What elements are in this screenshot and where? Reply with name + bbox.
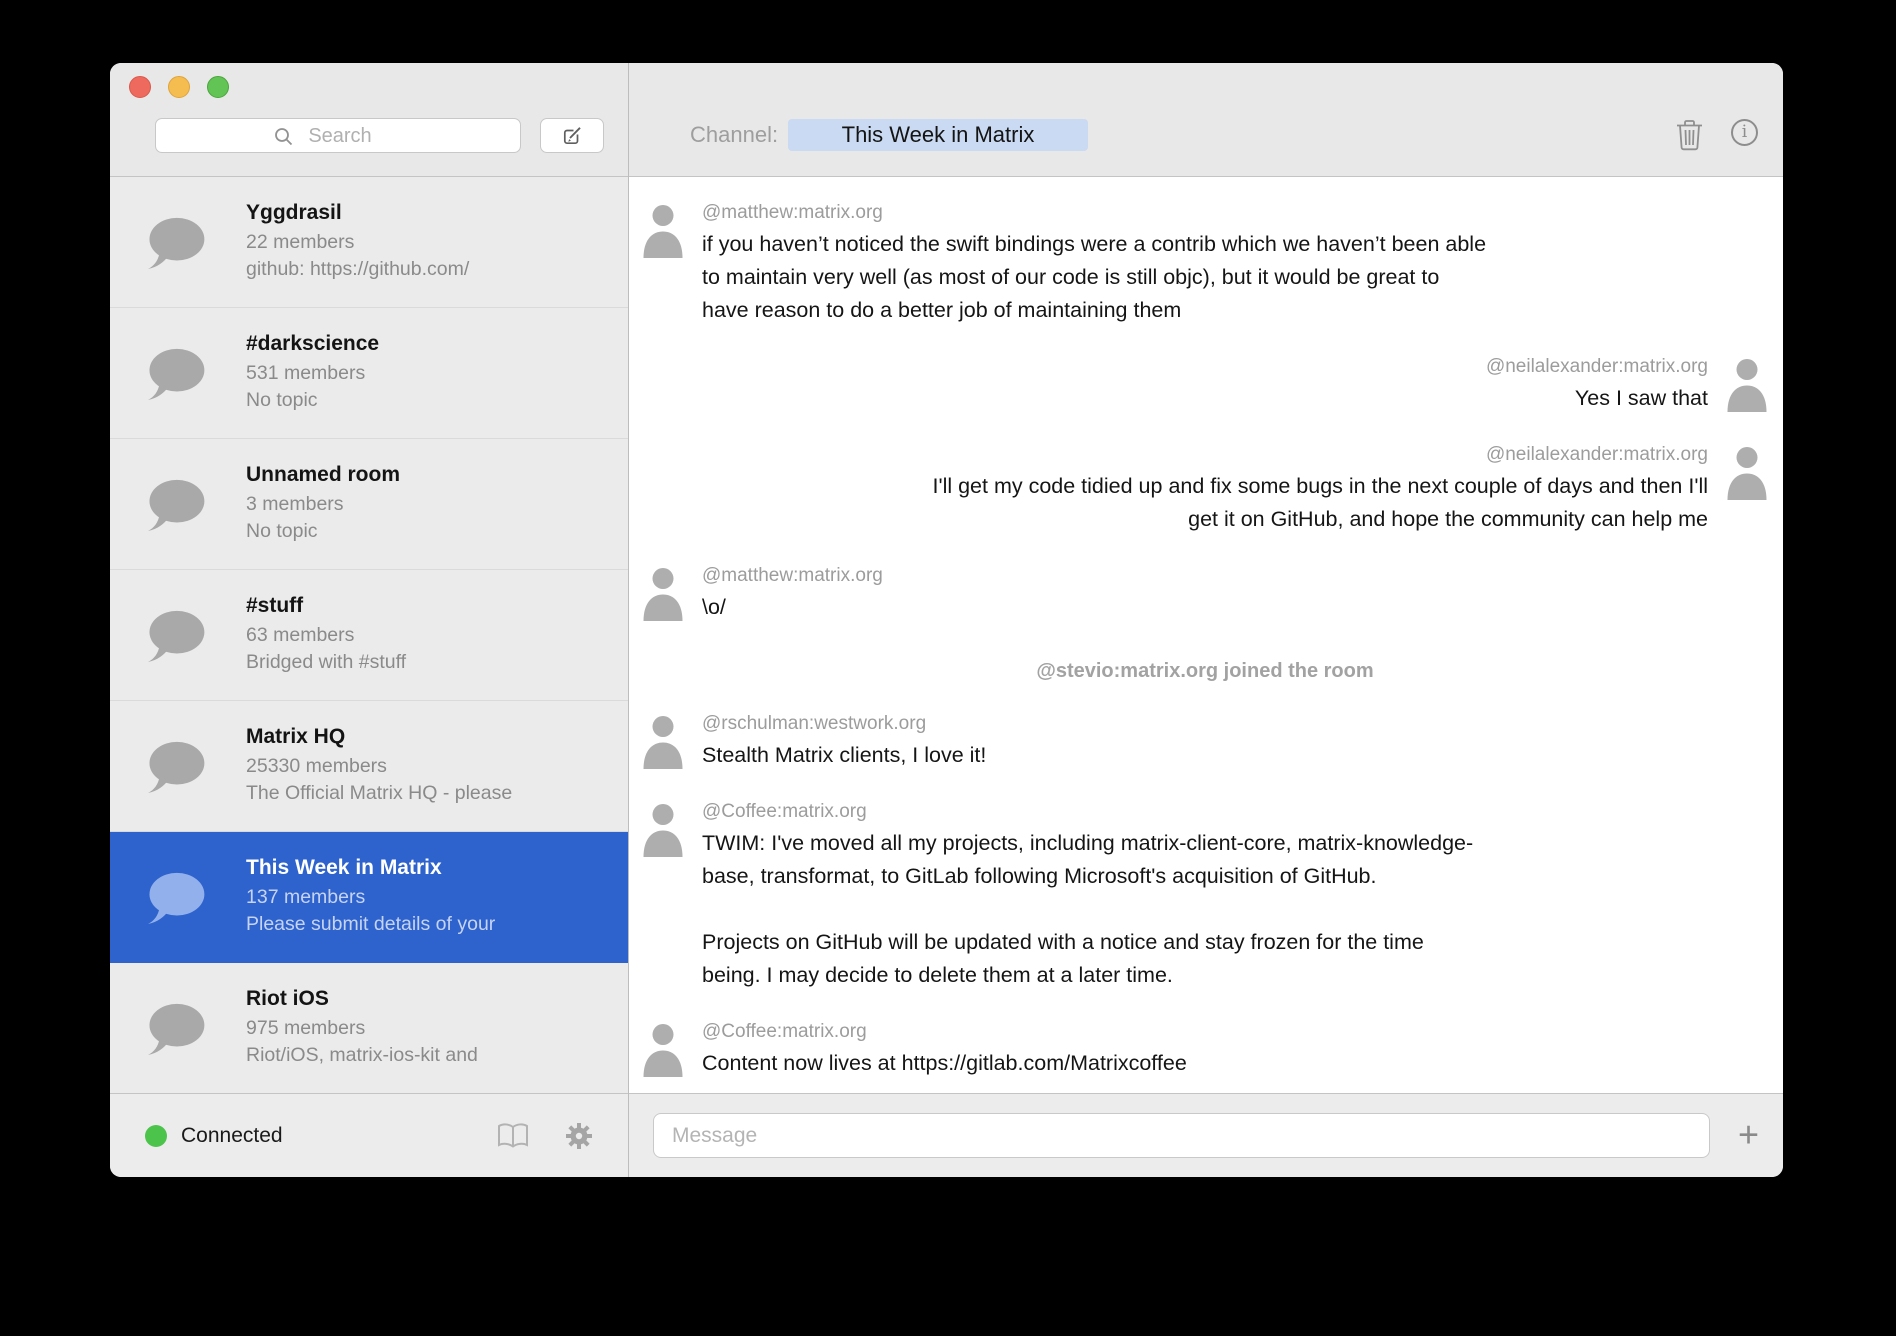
- room-topic: Please submit details of your: [246, 911, 495, 938]
- channel-label: Channel:: [690, 122, 778, 148]
- message: @matthew:matrix.org if you haven’t notic…: [641, 202, 1769, 327]
- speech-bubble-icon: [145, 478, 206, 531]
- message: @matthew:matrix.org \o/: [641, 565, 1769, 624]
- person-silhouette-icon: [641, 801, 685, 857]
- message: @neilalexander:matrix.org I'll get my co…: [641, 444, 1769, 536]
- message-username: @neilalexander:matrix.org: [641, 444, 1708, 466]
- person-silhouette-icon: [641, 713, 685, 769]
- room-title: #darkscience: [246, 332, 379, 356]
- room-list-item-matrix-hq[interactable]: Matrix HQ 25330 members The Official Mat…: [110, 701, 628, 832]
- event-text: @stevio:matrix.org joined the room: [1036, 660, 1373, 682]
- composer-bar: +: [629, 1093, 1783, 1177]
- message-username: @Coffee:matrix.org: [702, 801, 1769, 823]
- message-username: @neilalexander:matrix.org: [641, 356, 1708, 378]
- room-members: 975 members: [246, 1015, 478, 1042]
- message-text: Stealth Matrix clients, I love it!: [702, 739, 1769, 772]
- compose-button[interactable]: [540, 118, 604, 153]
- window-controls: [129, 76, 229, 98]
- minimize-button[interactable]: [168, 76, 190, 98]
- bookmarks-button[interactable]: [496, 1122, 530, 1150]
- room-members: 25330 members: [246, 753, 512, 780]
- message-username: @matthew:matrix.org: [702, 565, 1769, 587]
- search-input[interactable]: [156, 119, 524, 154]
- room-title: Riot iOS: [246, 987, 478, 1011]
- status-bar: Connected: [110, 1093, 628, 1177]
- message-text: Yes I saw that: [641, 382, 1708, 415]
- person-silhouette-icon: [641, 565, 685, 621]
- trash-icon: [1676, 119, 1703, 151]
- room-event-notice: @stevio:matrix.org joined the room: [641, 660, 1769, 683]
- room-members: 137 members: [246, 884, 495, 911]
- sidebar-divider: [628, 63, 629, 1177]
- message-timeline[interactable]: @matthew:matrix.org if you haven’t notic…: [629, 177, 1783, 1093]
- message-username: @matthew:matrix.org: [702, 202, 1769, 224]
- compose-pencil-square-icon: [560, 124, 584, 148]
- room-topic: The Official Matrix HQ - please: [246, 780, 512, 807]
- room-title: Yggdrasil: [246, 201, 469, 225]
- room-members: 531 members: [246, 360, 379, 387]
- room-topic: No topic: [246, 518, 400, 545]
- attach-button[interactable]: +: [1738, 1116, 1759, 1152]
- message-username: @rschulman:westwork.org: [702, 713, 1769, 735]
- room-list-item-stuff[interactable]: #stuff 63 members Bridged with #stuff: [110, 570, 628, 701]
- info-icon: i: [1742, 124, 1747, 141]
- message-text: TWIM: I've moved all my projects, includ…: [702, 827, 1769, 992]
- room-info-button[interactable]: i: [1731, 119, 1758, 146]
- room-topic: github: https://github.com/: [246, 256, 469, 283]
- plus-icon: +: [1738, 1113, 1759, 1154]
- room-title: This Week in Matrix: [246, 856, 495, 880]
- room-title: Matrix HQ: [246, 725, 512, 749]
- room-members: 63 members: [246, 622, 406, 649]
- message-text: I'll get my code tidied up and fix some …: [641, 470, 1708, 536]
- message-username: @Coffee:matrix.org: [702, 1021, 1769, 1043]
- message-text: \o/: [702, 591, 1769, 624]
- connection-status-label: Connected: [181, 1124, 496, 1148]
- connection-status-dot: [145, 1125, 167, 1147]
- room-title: Unnamed room: [246, 463, 400, 487]
- message: @neilalexander:matrix.org Yes I saw that: [641, 356, 1769, 415]
- app-window: Channel: This Week in Matrix i Yggdrasil…: [110, 63, 1783, 1177]
- room-list-item-this-week-in-matrix-selected[interactable]: This Week in Matrix 137 members Please s…: [110, 832, 628, 963]
- room-title: #stuff: [246, 594, 406, 618]
- speech-bubble-icon: [145, 740, 206, 793]
- close-button[interactable]: [129, 76, 151, 98]
- person-silhouette-icon: [641, 202, 685, 258]
- room-list[interactable]: Yggdrasil 22 members github: https://git…: [110, 177, 628, 1093]
- speech-bubble-icon: [145, 216, 206, 269]
- speech-bubble-icon: [145, 1002, 206, 1055]
- message-text: if you haven’t noticed the swift binding…: [702, 228, 1769, 327]
- room-list-item-darkscience[interactable]: #darkscience 531 members No topic: [110, 308, 628, 439]
- room-members: 3 members: [246, 491, 400, 518]
- search-icon: [274, 127, 293, 146]
- message: @rschulman:westwork.org Stealth Matrix c…: [641, 713, 1769, 772]
- delete-room-button[interactable]: [1676, 119, 1703, 156]
- room-list-item-unnamed[interactable]: Unnamed room 3 members No topic: [110, 439, 628, 570]
- room-members: 22 members: [246, 229, 469, 256]
- speech-bubble-icon: [145, 871, 206, 924]
- channel-name-pill[interactable]: This Week in Matrix: [788, 119, 1088, 151]
- person-silhouette-icon: [1725, 356, 1769, 412]
- settings-button[interactable]: [564, 1121, 594, 1151]
- message-text: Content now lives at https://gitlab.com/…: [702, 1047, 1769, 1080]
- gear-icon: [564, 1121, 594, 1151]
- titlebar: Channel: This Week in Matrix i: [110, 63, 1783, 177]
- message-input[interactable]: [653, 1113, 1710, 1158]
- zoom-button[interactable]: [207, 76, 229, 98]
- room-list-item-yggdrasil[interactable]: Yggdrasil 22 members github: https://git…: [110, 177, 628, 308]
- room-topic: Bridged with #stuff: [246, 649, 406, 676]
- person-silhouette-icon: [1725, 444, 1769, 500]
- message: @Coffee:matrix.org TWIM: I've moved all …: [641, 801, 1769, 992]
- person-silhouette-icon: [641, 1021, 685, 1077]
- search-field[interactable]: [155, 118, 521, 153]
- speech-bubble-icon: [145, 347, 206, 400]
- room-topic: Riot/iOS, matrix-ios-kit and: [246, 1042, 478, 1069]
- speech-bubble-icon: [145, 609, 206, 662]
- message: @Coffee:matrix.org Content now lives at …: [641, 1021, 1769, 1080]
- room-list-item-riot-ios[interactable]: Riot iOS 975 members Riot/iOS, matrix-io…: [110, 963, 628, 1093]
- book-icon: [496, 1122, 530, 1150]
- room-topic: No topic: [246, 387, 379, 414]
